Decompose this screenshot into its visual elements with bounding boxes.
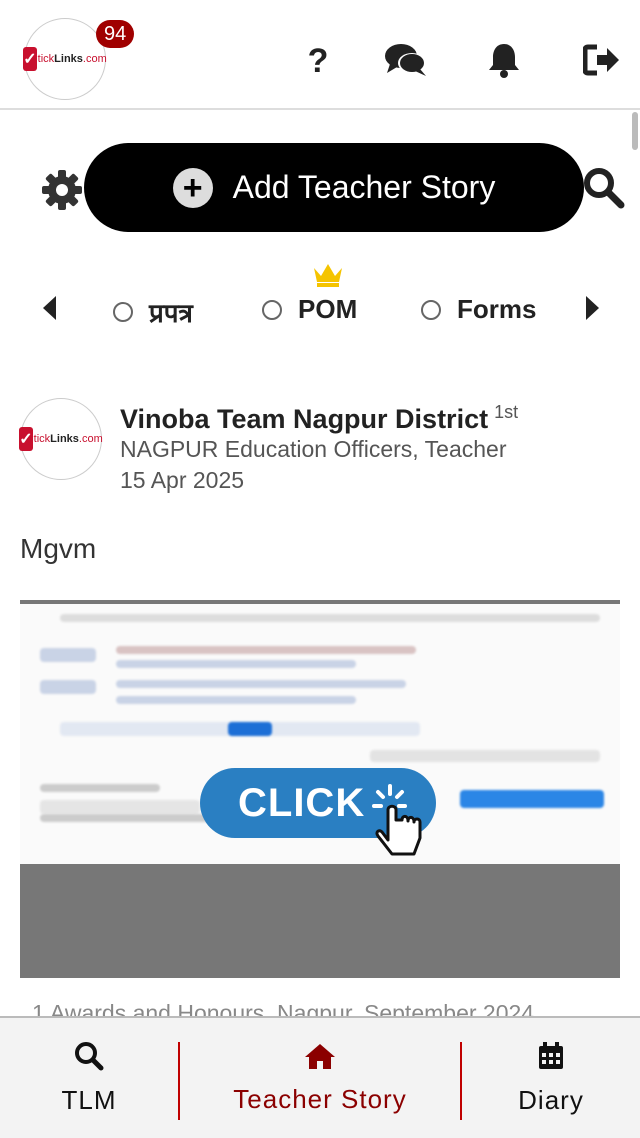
author-avatar[interactable]: ✓ tickLinks.com	[19, 398, 103, 480]
ticklinks-logo: ✓ tickLinks.com	[19, 400, 103, 478]
nav-tlm[interactable]: TLM	[0, 1018, 178, 1138]
nav-diary[interactable]: Diary	[462, 1018, 640, 1138]
bell-icon[interactable]	[480, 40, 528, 80]
checkmark-icon: ✓	[19, 427, 33, 451]
filter-forms[interactable]: Forms	[421, 294, 536, 325]
post-caption: 1 Awards and Honours, Nagpur, September …	[32, 1000, 535, 1018]
add-teacher-story-label: Add Teacher Story	[232, 169, 496, 205]
post-author[interactable]: Vinoba Team Nagpur District 1st	[120, 402, 518, 435]
logout-icon[interactable]	[578, 40, 626, 80]
home-icon	[305, 1043, 335, 1069]
radio-button[interactable]	[421, 299, 441, 320]
radio-button[interactable]	[113, 302, 133, 322]
connection-degree: 1st	[494, 402, 519, 422]
bottom-nav: TLM Teacher Story Diary	[0, 1016, 640, 1138]
search-icon	[75, 1041, 104, 1070]
calendar-icon	[539, 1041, 563, 1069]
post-image[interactable]: CLICK	[20, 600, 620, 978]
checkmark-icon: ✓	[23, 47, 37, 71]
filter-prapatra[interactable]: प्रपत्र	[113, 294, 193, 330]
filter-pom[interactable]: POM	[262, 294, 357, 325]
radio-button[interactable]	[262, 299, 282, 320]
app-logo[interactable]: ✓ tickLinks.com	[23, 18, 107, 100]
plus-circle-icon: +	[172, 167, 213, 208]
chat-icon[interactable]	[382, 40, 430, 80]
gear-icon[interactable]	[40, 168, 84, 212]
notification-badge: 94	[96, 20, 135, 48]
post-text: Mgvm	[20, 533, 97, 564]
post-author-role: NAGPUR Education Officers, Teacher	[120, 436, 507, 462]
post-date: 15 Apr 2025	[120, 467, 245, 493]
top-bar: ✓ tickLinks.com 94 ?	[0, 0, 640, 110]
pointer-hand-icon	[372, 784, 422, 856]
blurred-screenshot: CLICK	[20, 600, 620, 868]
page-scrollbar[interactable]	[632, 112, 638, 150]
add-teacher-story-button[interactable]: + Add Teacher Story	[84, 143, 584, 232]
help-icon[interactable]: ?	[294, 40, 342, 80]
scroll-left-arrow-icon[interactable]	[40, 294, 60, 322]
svg-text:?: ?	[308, 44, 329, 76]
search-icon[interactable]	[582, 166, 626, 210]
nav-teacher-story[interactable]: Teacher Story	[180, 1018, 460, 1138]
click-overlay: CLICK	[200, 768, 436, 856]
scroll-right-arrow-icon[interactable]	[582, 294, 602, 322]
crown-icon	[312, 262, 344, 288]
